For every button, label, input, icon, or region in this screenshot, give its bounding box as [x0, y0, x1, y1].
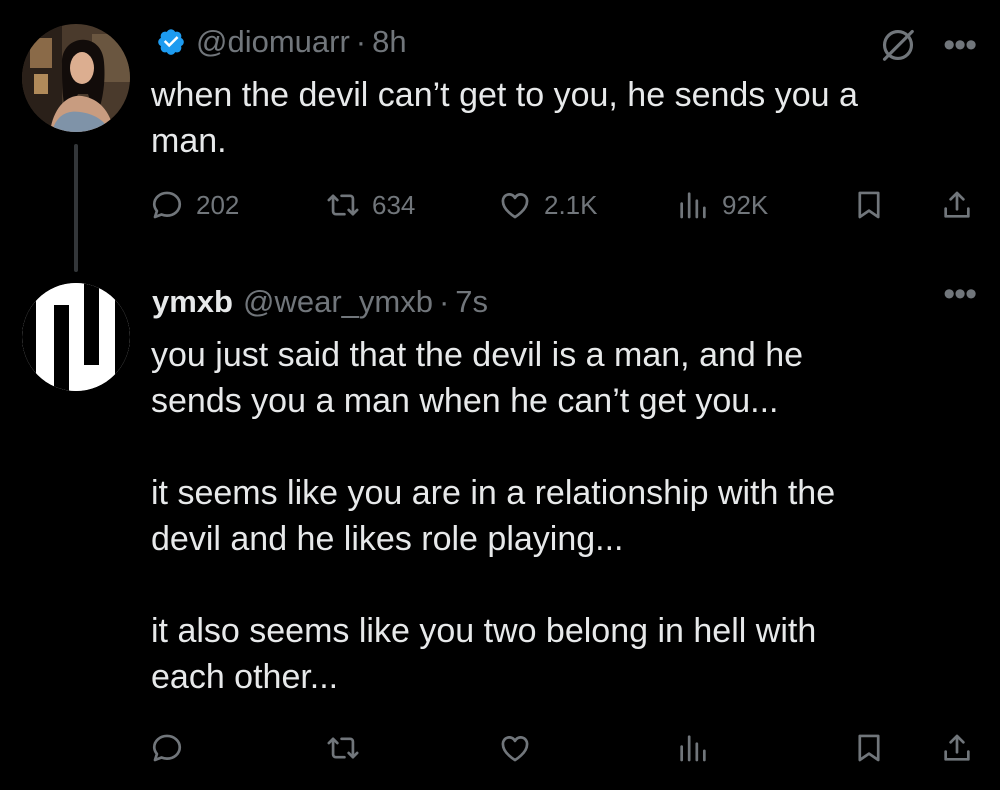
timestamp[interactable]: 8h [372, 24, 406, 60]
share-icon [944, 191, 970, 218]
tweet-header: @diomuarr · 8h [152, 22, 407, 62]
more-icon[interactable]: ••• [943, 28, 977, 62]
reply-count: 202 [196, 189, 240, 220]
like-icon [501, 736, 529, 762]
share-button[interactable] [940, 726, 974, 770]
tweet-text: you just said that the devil is a man, a… [151, 336, 836, 696]
reply-button[interactable]: 202 [150, 183, 239, 227]
repost-count: 634 [372, 189, 416, 220]
bookmark-icon [858, 191, 880, 219]
bookmark-button[interactable] [852, 183, 886, 227]
views-icon [680, 192, 706, 219]
tweet-corner-actions: ••• [879, 26, 977, 64]
repost-icon [327, 194, 359, 216]
grok-icon[interactable] [879, 26, 917, 64]
share-icon [944, 734, 970, 761]
timestamp[interactable]: 7s [455, 284, 488, 320]
reply-icon [152, 191, 182, 219]
tweet-header: ymxb @wear_ymxb · 7s [152, 282, 488, 322]
thread-line [74, 144, 78, 272]
repost-button[interactable] [326, 726, 360, 770]
repost-button[interactable]: 634 [326, 183, 415, 227]
original-tweet[interactable]: @diomuarr · 8h ••• when the devil can’t … [0, 0, 1000, 272]
author-name[interactable]: ymxb [152, 284, 233, 320]
author-handle[interactable]: @wear_ymxb [243, 284, 433, 320]
avatar-logo [22, 283, 130, 391]
reply-button[interactable] [150, 726, 184, 770]
bookmark-icon [858, 734, 880, 762]
views-count: 92K [722, 189, 769, 220]
tweet-corner-actions: ••• [943, 277, 977, 311]
like-button[interactable]: 2.1K [498, 183, 598, 227]
like-count: 2.1K [544, 189, 598, 220]
avatar-photo [22, 24, 130, 132]
reply-icon [152, 734, 182, 762]
views-button[interactable]: 92K [676, 183, 768, 227]
views-button[interactable] [676, 726, 710, 770]
more-icon[interactable]: ••• [943, 277, 977, 311]
action-bar: 202 634 2.1K 92K [150, 183, 980, 227]
verified-badge-icon [158, 29, 184, 55]
avatar[interactable] [22, 283, 130, 391]
repost-icon [327, 737, 359, 759]
like-button[interactable] [498, 726, 532, 770]
separator-dot: · [438, 284, 450, 319]
reply-tweet[interactable]: ymxb @wear_ymxb · 7s ••• you just said t… [0, 270, 1000, 790]
avatar[interactable] [22, 24, 130, 132]
author-handle[interactable]: @diomuarr [196, 24, 350, 60]
tweet-text: when the devil can’t get to you, he send… [151, 76, 858, 160]
separator-dot: · [355, 24, 367, 59]
bookmark-button[interactable] [852, 726, 886, 770]
share-button[interactable] [940, 183, 974, 227]
like-icon [501, 193, 529, 219]
views-icon [680, 735, 706, 762]
action-bar [150, 726, 980, 770]
